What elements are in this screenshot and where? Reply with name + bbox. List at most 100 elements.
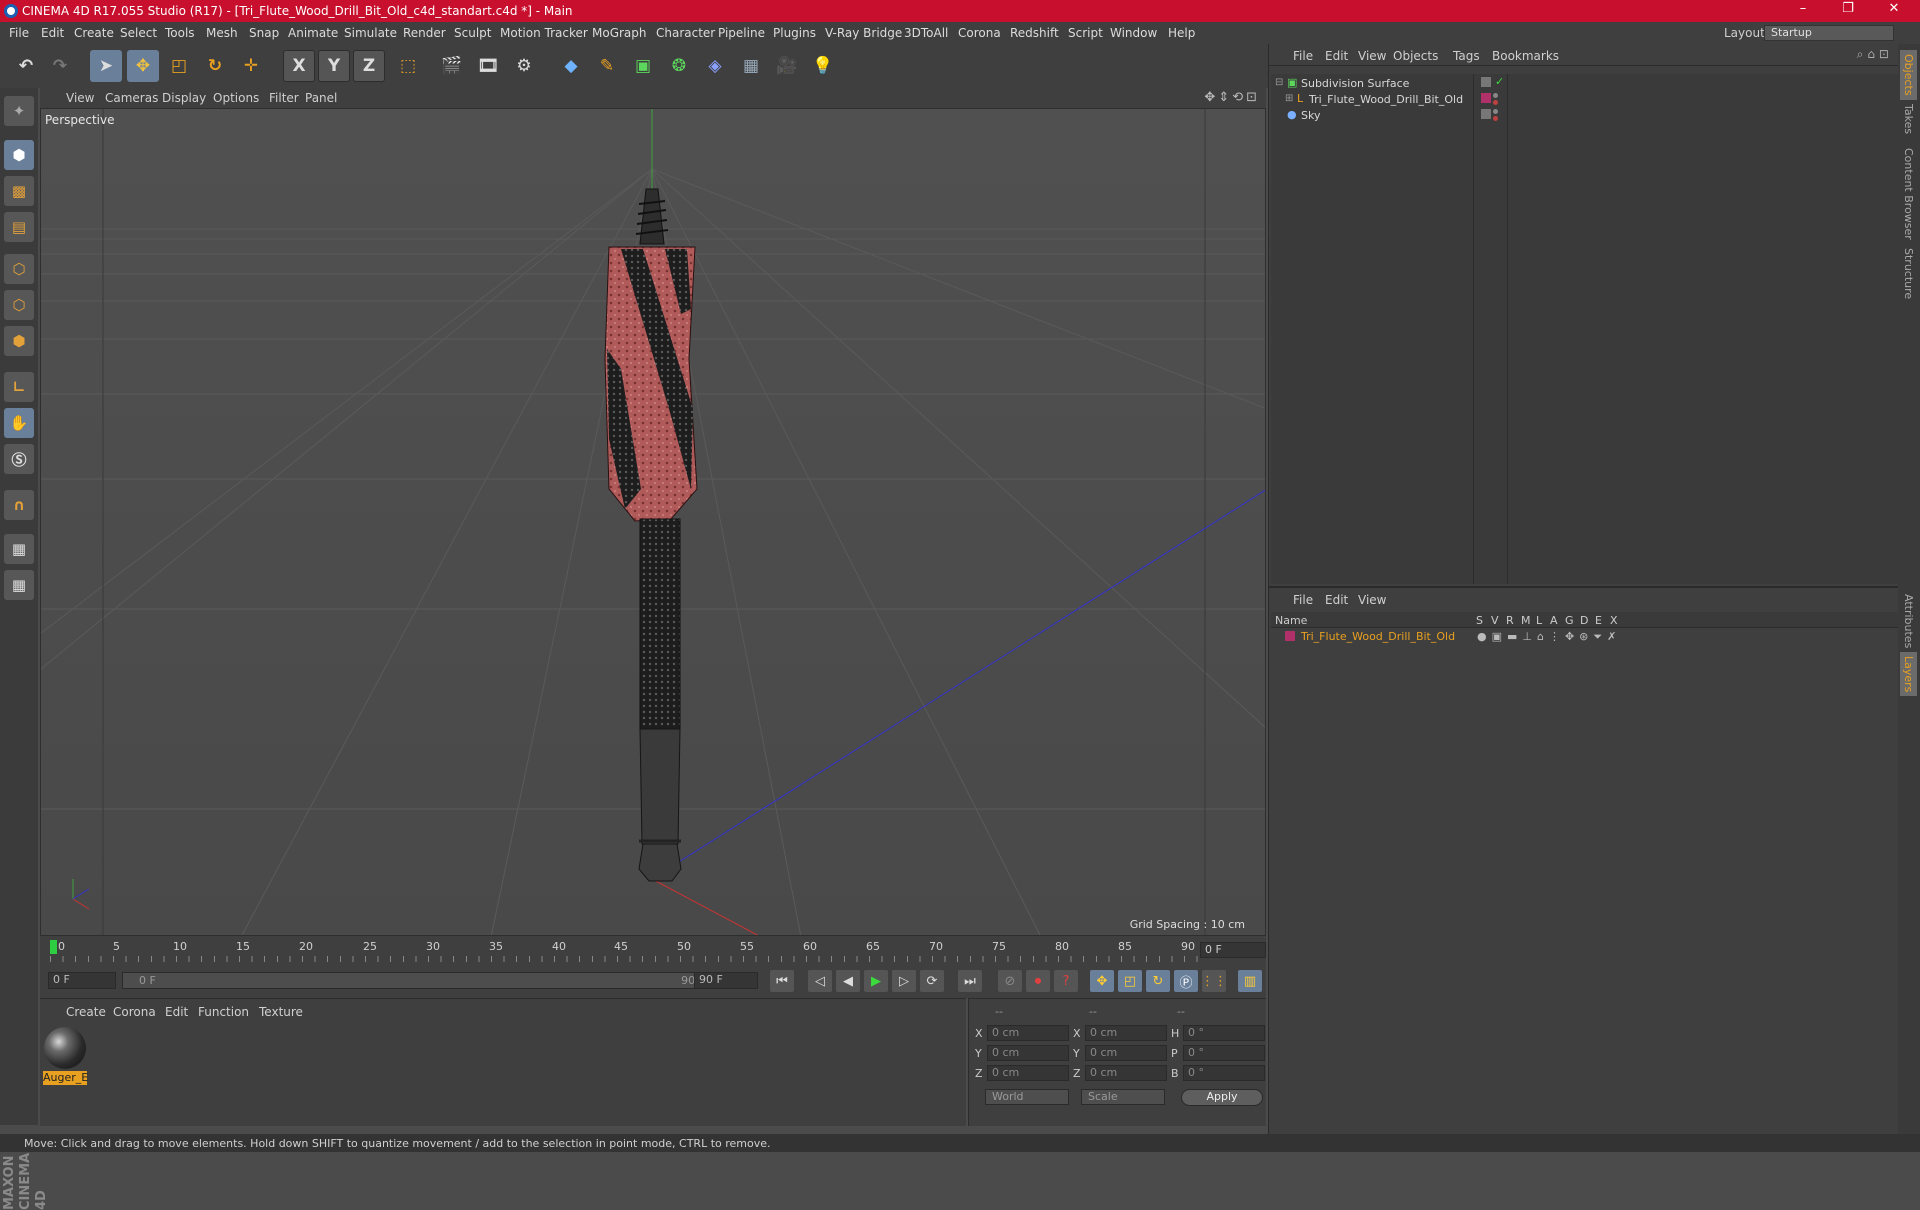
menu-character[interactable]: Character bbox=[656, 26, 715, 40]
object-name[interactable]: Tri_Flute_Wood_Drill_Bit_Old bbox=[1309, 93, 1463, 106]
objects-menu-objects[interactable]: Objects bbox=[1393, 49, 1438, 63]
key-pla-icon[interactable]: ⋮⋮ bbox=[1201, 970, 1227, 992]
layers-menu-edit[interactable]: Edit bbox=[1325, 593, 1348, 607]
solo-mode-icon[interactable]: Ⓢ bbox=[4, 444, 34, 474]
objects-menu-edit[interactable]: Edit bbox=[1325, 49, 1348, 63]
points-mode-icon[interactable]: ⬡ bbox=[4, 254, 34, 284]
menu-mesh[interactable]: Mesh bbox=[206, 26, 238, 40]
scale-tool-icon[interactable]: ◰ bbox=[163, 50, 195, 82]
layer-color-swatch[interactable] bbox=[1481, 93, 1491, 103]
texture-mode-icon[interactable]: ▩ bbox=[4, 176, 34, 206]
menu-window[interactable]: Window bbox=[1110, 26, 1157, 40]
end-frame-field[interactable]: 90 F bbox=[694, 972, 758, 989]
enabled-check-icon[interactable]: ✓ bbox=[1495, 75, 1504, 88]
object-name[interactable]: Subdivision Surface bbox=[1301, 77, 1409, 90]
column-visible[interactable]: V bbox=[1491, 614, 1499, 627]
position-y-field[interactable]: 0 cm bbox=[987, 1045, 1069, 1061]
workplane-mode-icon[interactable]: ▤ bbox=[4, 212, 34, 242]
rotation-p-field[interactable]: 0 ° bbox=[1183, 1045, 1265, 1061]
tweak-mode-icon[interactable]: ✋ bbox=[4, 408, 34, 438]
go-to-end-icon[interactable]: ⏭ bbox=[958, 970, 982, 992]
side-tab-content-browser[interactable]: Content Browser bbox=[1900, 144, 1917, 244]
layer-toggle-icons[interactable]: ●▣▬⊥⌂⋮✥⊛⏷✗ bbox=[1477, 630, 1621, 644]
pen-spline-icon[interactable]: ✎ bbox=[591, 50, 623, 82]
layer-row[interactable]: Tri_Flute_Wood_Drill_Bit_Old ●▣▬⊥⌂⋮✥⊛⏷✗ bbox=[1271, 628, 1899, 646]
coordinate-system-icon[interactable]: ⬚ bbox=[392, 50, 424, 82]
menu-redshift[interactable]: Redshift bbox=[1010, 26, 1059, 40]
coordinate-space-dropdown[interactable]: World bbox=[985, 1089, 1069, 1105]
previous-key-icon[interactable]: ◁ bbox=[808, 970, 832, 992]
layers-menu-view[interactable]: View bbox=[1358, 593, 1386, 607]
menu-edit[interactable]: Edit bbox=[41, 26, 64, 40]
column-deformers[interactable]: D bbox=[1580, 614, 1588, 627]
menu-animate[interactable]: Animate bbox=[288, 26, 338, 40]
layer-tag-icon[interactable] bbox=[1481, 77, 1491, 87]
redo-icon[interactable]: ↷ bbox=[44, 50, 76, 82]
menu-script[interactable]: Script bbox=[1068, 26, 1103, 40]
menu-render[interactable]: Render bbox=[403, 26, 446, 40]
layout-select[interactable]: Startup bbox=[1764, 25, 1894, 41]
edges-mode-icon[interactable]: ⬡ bbox=[4, 290, 34, 320]
material-menu-create[interactable]: Create bbox=[66, 1005, 106, 1019]
rotation-b-field[interactable]: 0 ° bbox=[1183, 1065, 1265, 1081]
collapse-icon[interactable]: ⊟ bbox=[1275, 77, 1283, 88]
column-animation[interactable]: A bbox=[1550, 614, 1558, 627]
side-tab-layers[interactable]: Layers bbox=[1900, 652, 1917, 697]
workplane-lock-icon[interactable]: ▦ bbox=[4, 534, 34, 564]
menu-motion-tracker[interactable]: Motion Tracker bbox=[500, 26, 588, 40]
material-menu-edit[interactable]: Edit bbox=[165, 1005, 188, 1019]
material-menu-corona[interactable]: Corona bbox=[113, 1005, 156, 1019]
mograph-cloner-icon[interactable]: ❂ bbox=[663, 50, 695, 82]
menu-corona[interactable]: Corona bbox=[958, 26, 1001, 40]
next-frame-icon[interactable]: ▷ bbox=[892, 970, 916, 992]
column-locked[interactable]: L bbox=[1536, 614, 1542, 627]
go-to-start-icon[interactable]: ⏮ bbox=[770, 970, 794, 992]
objects-menu-bookmarks[interactable]: Bookmarks bbox=[1492, 49, 1559, 63]
viewport-menu-cameras[interactable]: Cameras bbox=[105, 91, 158, 105]
perspective-viewport[interactable]: Perspective Grid Spacing : 10 cm bbox=[40, 108, 1266, 936]
objects-menu-view[interactable]: View bbox=[1358, 49, 1386, 63]
viewport-menu-display[interactable]: Display bbox=[162, 91, 206, 105]
restore-button[interactable]: ❐ bbox=[1838, 1, 1858, 16]
frame-range-slider[interactable]: 0 F 90 F bbox=[122, 972, 722, 989]
key-position-icon[interactable]: ✥ bbox=[1090, 970, 1114, 992]
move-tool-icon[interactable]: ✥ bbox=[127, 50, 159, 82]
menu-help[interactable]: Help bbox=[1168, 26, 1195, 40]
key-parameter-icon[interactable]: Ⓟ bbox=[1174, 970, 1198, 992]
size-z-field[interactable]: 0 cm bbox=[1085, 1065, 1167, 1081]
rotate-tool-icon[interactable]: ↻ bbox=[199, 50, 231, 82]
side-tab-attributes[interactable]: Attributes bbox=[1900, 590, 1917, 652]
object-name[interactable]: Sky bbox=[1301, 109, 1320, 122]
timeline-ruler[interactable]: 0 5 10 15 20 25 30 35 40 45 50 55 60 65 … bbox=[40, 936, 1266, 964]
layer-color-swatch[interactable] bbox=[1285, 631, 1295, 641]
column-expressions[interactable]: E bbox=[1595, 614, 1602, 627]
workplane-snap-icon[interactable]: ▦ bbox=[4, 570, 34, 600]
undo-icon[interactable]: ↶ bbox=[10, 50, 42, 82]
axis-x-lock-button[interactable]: X bbox=[283, 50, 315, 82]
size-x-field[interactable]: 0 cm bbox=[1085, 1025, 1167, 1041]
viewport-menu-options[interactable]: Options bbox=[213, 91, 259, 105]
close-button[interactable]: ✕ bbox=[1884, 1, 1904, 16]
viewport-menu-view[interactable]: View bbox=[66, 91, 94, 105]
start-frame-field[interactable]: 0 F bbox=[48, 972, 116, 989]
position-z-field[interactable]: 0 cm bbox=[987, 1065, 1069, 1081]
menu-3dtoall[interactable]: 3DToAll bbox=[904, 26, 948, 40]
key-rotation-icon[interactable]: ↻ bbox=[1146, 970, 1170, 992]
object-search-icons[interactable]: ⌕⌂⊡ bbox=[1857, 47, 1893, 62]
polygons-mode-icon[interactable]: ⬢ bbox=[4, 326, 34, 356]
render-picture-viewer-icon[interactable]: 🎞 bbox=[472, 50, 504, 82]
previous-frame-icon[interactable]: ◀ bbox=[836, 970, 860, 992]
column-render[interactable]: R bbox=[1506, 614, 1514, 627]
viewport-menu-panel[interactable]: Panel bbox=[305, 91, 337, 105]
menu-mograph[interactable]: MoGraph bbox=[592, 26, 647, 40]
column-generators[interactable]: G bbox=[1565, 614, 1574, 627]
axis-z-lock-button[interactable]: Z bbox=[353, 50, 385, 82]
size-y-field[interactable]: 0 cm bbox=[1085, 1045, 1167, 1061]
axis-mode-icon[interactable]: ∟ bbox=[4, 372, 34, 402]
material-name-label[interactable]: Auger_E bbox=[43, 1071, 88, 1085]
autokey-icon[interactable]: ? bbox=[1054, 970, 1078, 992]
layer-name[interactable]: Tri_Flute_Wood_Drill_Bit_Old bbox=[1301, 630, 1455, 643]
deformer-icon[interactable]: ◈ bbox=[699, 50, 731, 82]
subdivision-icon[interactable]: ▣ bbox=[627, 50, 659, 82]
record-keys-icon[interactable]: ⏺ bbox=[1026, 970, 1050, 992]
